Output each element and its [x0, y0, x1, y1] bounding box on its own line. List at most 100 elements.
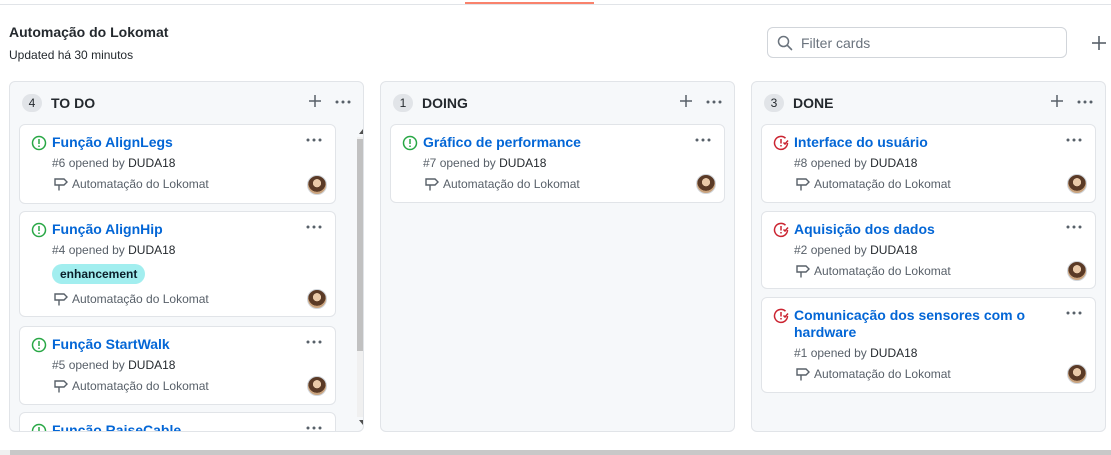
issue-card[interactable]: Função AlignLegs #6 opened by DUDA18 Aut…: [19, 124, 336, 204]
issue-number: #2: [794, 243, 808, 257]
project-signpost-icon: [54, 178, 68, 191]
issue-meta: #4 opened by DUDA18: [52, 243, 175, 257]
column-card-count: 3: [764, 94, 784, 112]
label-enhancement[interactable]: enhancement: [52, 264, 146, 284]
column-name: TO DO: [51, 95, 96, 111]
issue-author-link[interactable]: DUDA18: [870, 156, 917, 170]
project-signpost-icon: [796, 178, 810, 191]
card-project[interactable]: Automatação do Lokomat: [794, 264, 951, 278]
issue-card[interactable]: Função RaiseCable: [19, 412, 336, 432]
project-name: Automatação do Lokomat: [814, 177, 951, 191]
card-project[interactable]: Automatação do Lokomat: [794, 177, 951, 191]
column-header: 4 TO DO: [10, 82, 363, 122]
project-signpost-icon: [425, 178, 439, 191]
issue-opened-icon: [402, 135, 418, 151]
issue-author-link[interactable]: DUDA18: [128, 358, 175, 372]
issue-title-link[interactable]: Interface do usuário: [794, 134, 1034, 151]
column-card-count: 4: [22, 94, 42, 112]
assignee-avatar[interactable]: [307, 376, 327, 396]
issue-author-link[interactable]: DUDA18: [499, 156, 546, 170]
issue-meta: #2 opened by DUDA18: [794, 243, 917, 257]
add-card-plus-icon[interactable]: [678, 93, 694, 109]
scroll-thumb[interactable]: [357, 139, 363, 351]
assignee-avatar[interactable]: [696, 174, 716, 194]
project-title: Automação do Lokomat: [9, 24, 169, 40]
opened-by-text: opened by: [810, 243, 867, 257]
issue-number: #7: [423, 156, 437, 170]
issue-card[interactable]: Aquisição dos dados #2 opened by DUDA18 …: [761, 211, 1096, 289]
issue-author-link[interactable]: DUDA18: [128, 243, 175, 257]
scroll-down-arrow-icon[interactable]: [358, 419, 364, 427]
card-menu-kebab-icon[interactable]: [305, 337, 323, 347]
issue-title-link[interactable]: Função RaiseCable: [52, 422, 292, 431]
issue-title-link[interactable]: Gráfico de performance: [423, 134, 663, 151]
issue-meta: #1 opened by DUDA18: [794, 346, 917, 360]
card-menu-kebab-icon[interactable]: [305, 423, 323, 432]
scroll-up-arrow-icon[interactable]: [358, 127, 364, 135]
assignee-avatar[interactable]: [1067, 174, 1087, 194]
issue-author-link[interactable]: DUDA18: [128, 156, 175, 170]
issue-meta: #7 opened by DUDA18: [423, 156, 546, 170]
project-name: Automatação do Lokomat: [443, 177, 580, 191]
issue-number: #8: [794, 156, 808, 170]
project-name: Automatação do Lokomat: [72, 292, 209, 306]
horizontal-scrollbar[interactable]: [0, 450, 1111, 455]
issue-author-link[interactable]: DUDA18: [870, 346, 917, 360]
issue-card[interactable]: Interface do usuário #8 opened by DUDA18…: [761, 124, 1096, 203]
column-menu-kebab-icon[interactable]: [1076, 94, 1094, 110]
card-project[interactable]: Automatação do Lokomat: [52, 177, 209, 191]
filter-cards-field[interactable]: [767, 27, 1067, 58]
card-menu-kebab-icon[interactable]: [1065, 222, 1083, 232]
issue-title-link[interactable]: Função AlignLegs: [52, 134, 292, 151]
card-menu-kebab-icon[interactable]: [694, 135, 712, 145]
issue-author-link[interactable]: DUDA18: [870, 243, 917, 257]
assignee-avatar[interactable]: [1067, 261, 1087, 281]
opened-by-text: opened by: [68, 243, 125, 257]
issue-closed-icon: [773, 135, 789, 151]
issue-card[interactable]: Gráfico de performance #7 opened by DUDA…: [390, 124, 725, 203]
card-menu-kebab-icon[interactable]: [305, 222, 323, 232]
filter-cards-input[interactable]: [799, 33, 1054, 52]
card-menu-kebab-icon[interactable]: [305, 135, 323, 145]
issue-title-link[interactable]: Função StartWalk: [52, 336, 292, 353]
issue-number: #6: [52, 156, 66, 170]
issue-opened-icon: [31, 135, 47, 151]
add-column-plus-icon[interactable]: [1089, 33, 1109, 53]
project-name: Automatação do Lokomat: [814, 264, 951, 278]
column-header: 1 DOING: [381, 82, 734, 122]
card-menu-kebab-icon[interactable]: [1065, 135, 1083, 145]
card-project[interactable]: Automatação do Lokomat: [794, 367, 951, 381]
card-menu-kebab-icon[interactable]: [1065, 308, 1083, 318]
issue-card[interactable]: Função AlignHip #4 opened by DUDA18 enha…: [19, 211, 336, 317]
selected-tab-indicator: [465, 2, 594, 4]
issue-title-link[interactable]: Comunicação dos sensores com o hardware: [794, 307, 1034, 341]
project-signpost-icon: [796, 368, 810, 381]
opened-by-text: opened by: [439, 156, 496, 170]
card-project[interactable]: Automatação do Lokomat: [52, 379, 209, 393]
column-menu-kebab-icon[interactable]: [334, 94, 352, 110]
opened-by-text: opened by: [810, 346, 867, 360]
issue-number: #4: [52, 243, 66, 257]
opened-by-text: opened by: [810, 156, 867, 170]
add-card-plus-icon[interactable]: [307, 93, 323, 109]
add-card-plus-icon[interactable]: [1049, 93, 1065, 109]
project-signpost-icon: [796, 265, 810, 278]
search-icon: [777, 35, 793, 50]
assignee-avatar[interactable]: [1067, 364, 1087, 384]
issue-title-link[interactable]: Aquisição dos dados: [794, 221, 1034, 238]
issue-card[interactable]: Função StartWalk #5 opened by DUDA18 Aut…: [19, 326, 336, 405]
assignee-avatar[interactable]: [307, 175, 327, 195]
card-project[interactable]: Automatação do Lokomat: [52, 292, 209, 306]
project-signpost-icon: [54, 293, 68, 306]
column-header: 3 DONE: [752, 82, 1105, 122]
assignee-avatar[interactable]: [307, 289, 327, 309]
issue-opened-icon: [31, 337, 47, 353]
issue-card[interactable]: Comunicação dos sensores com o hardware …: [761, 297, 1096, 393]
updated-timestamp: Updated há 30 minutos: [9, 48, 134, 62]
column-scrollbar[interactable]: [355, 123, 364, 431]
column-menu-kebab-icon[interactable]: [705, 94, 723, 110]
issue-title-link[interactable]: Função AlignHip: [52, 221, 292, 238]
issue-meta: #8 opened by DUDA18: [794, 156, 917, 170]
issue-closed-icon: [773, 222, 789, 238]
card-project[interactable]: Automatação do Lokomat: [423, 177, 580, 191]
